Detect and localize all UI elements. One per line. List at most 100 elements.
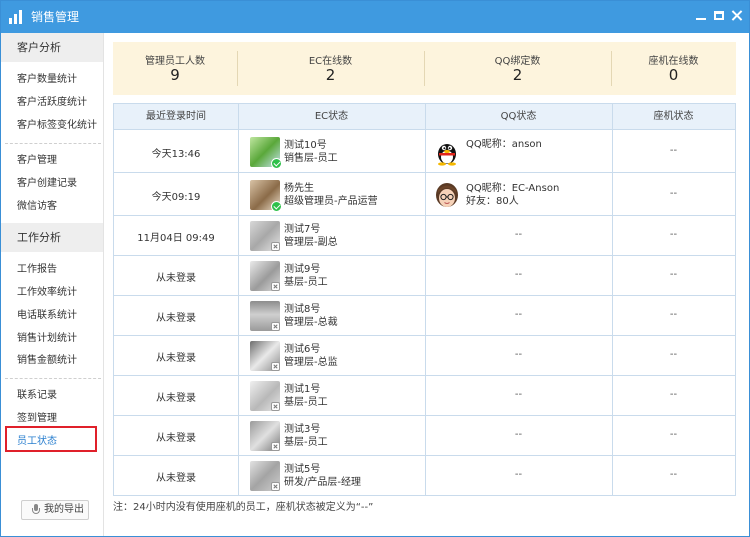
sidebar-header-work-analysis[interactable]: 工作分析 xyxy=(1,223,103,252)
minimize-icon[interactable] xyxy=(693,8,709,24)
sidebar-item-contact-records[interactable]: 联系记录 xyxy=(17,389,57,403)
ec-avatar xyxy=(250,261,280,291)
cell-qq-status: -- xyxy=(514,269,523,280)
column-divider xyxy=(238,104,239,495)
ec-user-name: 测试5号 xyxy=(284,464,321,475)
sidebar-item-checkin[interactable]: 签到管理 xyxy=(17,412,57,426)
cell-last-login: 从未登录 xyxy=(156,473,196,484)
cell-phone-status: -- xyxy=(669,469,678,480)
sidebar-item-customer-activity[interactable]: 客户活跃度统计 xyxy=(17,96,87,110)
ec-user-name: 测试9号 xyxy=(284,264,321,275)
ec-user-name: 杨先生 xyxy=(284,182,314,194)
stat-label: QQ绑定数 xyxy=(494,56,541,67)
ec-user-info: 测试6号 管理层-总监 xyxy=(284,343,338,369)
qq-nickname: QQ昵称：EC-Anson xyxy=(466,182,560,194)
qq-cartoon-avatar xyxy=(434,181,460,209)
sidebar-divider xyxy=(5,143,101,144)
ec-avatar xyxy=(250,341,280,371)
offline-x-icon xyxy=(271,362,280,371)
sidebar: 客户分析 客户数量统计 客户活跃度统计 客户标签变化统计 客户管理 客户创建记录… xyxy=(1,33,104,536)
staff-status-table: 最近登录时间 EC状态 QQ状态 座机状态 今天13:46 测试10号 销售层-员工… xyxy=(113,103,736,496)
column-header-last-login: 最近登录时间 xyxy=(146,111,206,122)
ec-user-role: 超级管理员-产品运营 xyxy=(284,195,378,207)
cell-qq-status: -- xyxy=(514,309,523,320)
sidebar-header-customer-analysis[interactable]: 客户分析 xyxy=(1,33,103,62)
column-header-phone-status: 座机状态 xyxy=(653,111,694,122)
cell-last-login: 从未登录 xyxy=(156,313,196,324)
cell-qq-status: -- xyxy=(514,389,523,400)
offline-x-icon xyxy=(271,482,280,491)
ec-user-name: 测试1号 xyxy=(284,384,321,395)
footnote: 注：24小时内没有使用座机的员工，座机状态被定义为“--” xyxy=(113,502,374,513)
ec-user-info: 测试8号管理层-总裁 xyxy=(284,303,338,329)
stat-label: 管理员工人数 xyxy=(145,56,205,67)
stat-ec-online: EC在线数 2 xyxy=(237,42,424,95)
sidebar-item-customer-creation[interactable]: 客户创建记录 xyxy=(17,177,77,191)
stat-staff-count: 管理员工人数 9 xyxy=(113,42,237,95)
cell-qq-status: -- xyxy=(514,429,523,440)
ec-avatar xyxy=(250,136,282,169)
sidebar-item-customer-management[interactable]: 客户管理 xyxy=(17,154,57,168)
cell-phone-status: -- xyxy=(669,389,678,400)
ec-user-role: 销售层-员工 xyxy=(284,152,338,164)
close-icon[interactable] xyxy=(729,8,745,24)
sidebar-item-work-report[interactable]: 工作报告 xyxy=(17,263,57,277)
stats-panel: 管理员工人数 9 EC在线数 2 QQ绑定数 2 座机在线数 0 xyxy=(113,42,736,95)
ec-user-role: 基层-员工 xyxy=(284,437,328,448)
cell-phone-status: -- xyxy=(669,187,678,199)
ec-user-info: 测试3号 基层-员工 xyxy=(284,423,328,449)
column-header-ec-status: EC状态 xyxy=(314,111,349,122)
my-export-button[interactable]: 我的导出 xyxy=(21,500,89,520)
qq-info: QQ昵称：EC-Anson 好友：80人 xyxy=(466,182,559,208)
maximize-icon[interactable] xyxy=(711,8,727,24)
ec-avatar xyxy=(250,179,282,212)
stat-label: 座机在线数 xyxy=(648,56,699,67)
sidebar-divider xyxy=(5,378,101,379)
cell-phone-status: -- xyxy=(669,269,678,280)
sidebar-item-phone-contacts[interactable]: 电话联系统计 xyxy=(17,309,77,323)
cell-phone-status: -- xyxy=(669,349,678,360)
sidebar-item-customer-count[interactable]: 客户数量统计 xyxy=(17,73,77,87)
sidebar-item-sales-amount[interactable]: 销售金额统计 xyxy=(17,354,77,368)
ec-user-info: 测试5号 研发/产品层-经理 xyxy=(284,463,361,489)
sidebar-item-customer-tags[interactable]: 客户标签变化统计 xyxy=(17,119,97,133)
offline-x-icon xyxy=(271,442,280,451)
ec-avatar xyxy=(250,461,280,491)
ec-user-name: 测试7号 xyxy=(284,224,321,235)
ec-user-info: 测试1号基层-员工 xyxy=(284,383,328,409)
ec-user-name: 测试8号 xyxy=(284,304,321,315)
cell-qq-status: -- xyxy=(514,349,523,360)
cell-phone-status: -- xyxy=(669,309,678,320)
sidebar-item-wechat-visitors[interactable]: 微信访客 xyxy=(17,200,57,214)
stat-value: 9 xyxy=(170,66,180,84)
offline-x-icon xyxy=(271,322,280,331)
stat-phone-online: 座机在线数 0 xyxy=(611,42,736,95)
stat-value: 0 xyxy=(668,66,679,84)
sidebar-item-work-efficiency[interactable]: 工作效率统计 xyxy=(17,286,77,300)
ec-user-role: 管理层-副总 xyxy=(284,237,338,248)
title-bar: 销售管理 xyxy=(1,1,749,33)
cell-qq-status: -- xyxy=(514,229,523,240)
sidebar-item-sales-plan[interactable]: 销售计划统计 xyxy=(17,332,77,346)
cell-phone-status: -- xyxy=(669,229,678,240)
offline-x-icon xyxy=(271,242,280,251)
cell-last-login: 今天13:46 xyxy=(151,148,201,160)
ec-user-role: 管理层-总裁 xyxy=(284,317,338,328)
ec-avatar xyxy=(250,301,280,331)
cell-last-login: 从未登录 xyxy=(156,433,196,444)
microphone-icon xyxy=(32,504,40,516)
online-check-icon xyxy=(271,157,282,169)
cell-phone-status: -- xyxy=(669,144,678,156)
ec-user-role: 基层-员工 xyxy=(284,277,328,288)
stat-value: 2 xyxy=(325,66,336,84)
cell-phone-status: -- xyxy=(669,429,678,440)
cell-last-login: 从未登录 xyxy=(156,273,196,284)
ec-user-role: 基层-员工 xyxy=(284,397,328,408)
cell-last-login: 今天09:19 xyxy=(151,191,201,203)
online-check-icon xyxy=(271,200,282,212)
ec-avatar xyxy=(250,421,280,451)
ec-user-info: 测试10号 销售层-员工 xyxy=(284,139,338,165)
cell-last-login: 从未登录 xyxy=(156,393,196,404)
ec-user-name: 测试10号 xyxy=(284,139,327,151)
ec-user-role: 管理层-总监 xyxy=(284,357,338,368)
